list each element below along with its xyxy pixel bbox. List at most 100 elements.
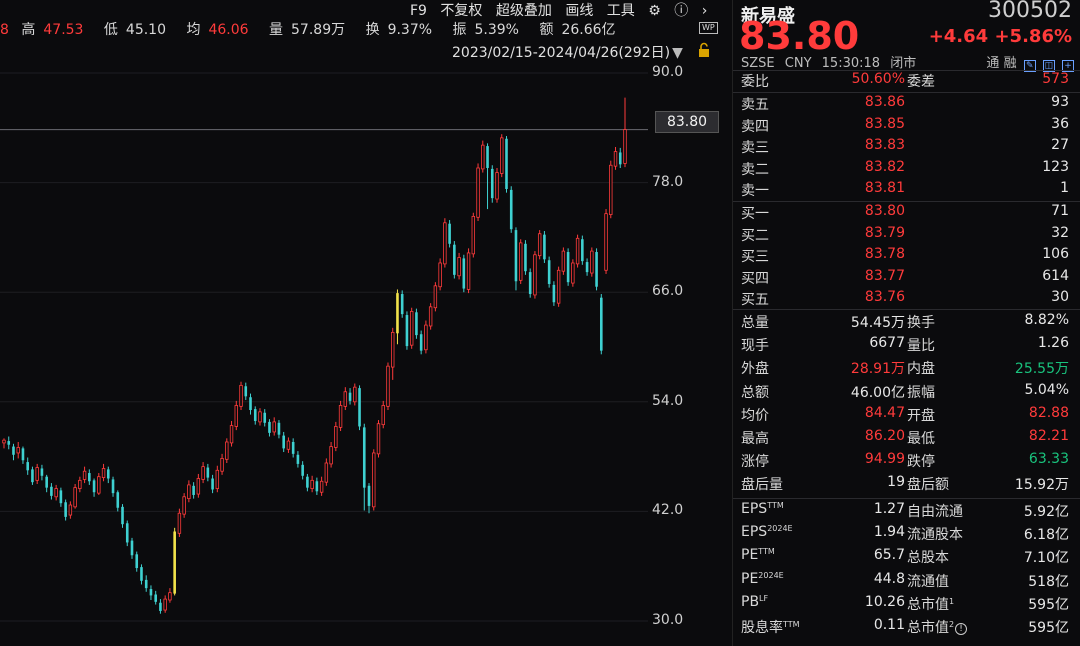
candle[interactable] <box>21 446 25 464</box>
candle[interactable] <box>116 490 120 512</box>
candle[interactable] <box>471 212 476 258</box>
candle[interactable] <box>457 252 461 280</box>
candle[interactable] <box>125 520 129 547</box>
gear-icon[interactable]: ⚙ <box>648 3 661 19</box>
date-range-selector[interactable]: 2023/02/15-2024/04/26(292日) ▼ <box>452 42 683 62</box>
candle[interactable] <box>428 303 433 330</box>
info-icon[interactable]: ! <box>955 623 968 635</box>
candle[interactable] <box>286 437 291 453</box>
candle[interactable] <box>12 443 15 461</box>
candle[interactable] <box>400 290 404 318</box>
candle[interactable] <box>154 590 157 605</box>
candle[interactable] <box>64 499 67 521</box>
menu-overlay[interactable]: 超级叠加 <box>496 3 552 19</box>
menu-f9[interactable]: F9 <box>410 3 427 19</box>
candle[interactable] <box>453 241 456 279</box>
candle[interactable] <box>234 400 238 431</box>
candle[interactable] <box>92 478 96 497</box>
candle[interactable] <box>301 461 304 480</box>
candle[interactable] <box>367 483 371 514</box>
candle[interactable] <box>613 146 618 170</box>
candle[interactable] <box>609 160 613 219</box>
menu-adjust[interactable]: 不复权 <box>440 3 482 19</box>
menu-draw[interactable]: 画线 <box>565 3 593 19</box>
candle[interactable] <box>391 327 395 380</box>
candle[interactable] <box>490 165 494 203</box>
candle[interactable] <box>514 227 518 291</box>
candle[interactable] <box>82 466 87 484</box>
candle[interactable] <box>334 421 338 452</box>
candle[interactable] <box>206 463 210 482</box>
candle[interactable] <box>277 420 281 439</box>
candle[interactable] <box>201 462 205 484</box>
candle[interactable] <box>462 254 466 293</box>
candle[interactable] <box>97 473 101 495</box>
kline-chart-panel[interactable]: 8 高 47.53 低 45.10 均 46.06 量 57.89万 换 9.37% 振5… <box>0 0 720 646</box>
candle[interactable] <box>182 493 186 518</box>
candle[interactable] <box>409 307 414 349</box>
candle[interactable] <box>73 484 77 509</box>
candle[interactable] <box>282 431 285 453</box>
candle[interactable] <box>130 537 134 559</box>
candle[interactable] <box>448 220 451 248</box>
candle[interactable] <box>415 308 418 339</box>
candle[interactable] <box>604 209 608 274</box>
candle[interactable] <box>35 463 39 484</box>
candle[interactable] <box>575 234 580 268</box>
candle[interactable] <box>225 438 229 463</box>
candle[interactable] <box>215 465 220 493</box>
candle[interactable] <box>45 474 48 493</box>
candle[interactable] <box>54 484 58 501</box>
lock-icon[interactable] <box>697 42 711 58</box>
candle[interactable] <box>486 143 489 210</box>
candle[interactable] <box>315 477 319 495</box>
candle[interactable] <box>524 240 527 275</box>
candle[interactable] <box>343 387 348 411</box>
candle[interactable] <box>500 134 504 178</box>
candle[interactable] <box>163 595 167 613</box>
candle[interactable] <box>168 588 172 603</box>
candle[interactable] <box>438 258 442 291</box>
candle[interactable] <box>556 266 561 307</box>
candle[interactable] <box>329 441 333 468</box>
candle[interactable] <box>253 406 257 425</box>
candle[interactable] <box>7 436 11 450</box>
candle[interactable] <box>372 449 376 511</box>
candle[interactable] <box>144 575 148 592</box>
candle[interactable] <box>121 504 124 528</box>
help-icon[interactable]: ⓘ <box>674 3 688 19</box>
candle[interactable] <box>481 140 485 173</box>
candle[interactable] <box>509 186 513 233</box>
candle[interactable] <box>466 248 471 294</box>
candle[interactable] <box>78 476 82 493</box>
candle[interactable] <box>543 231 546 263</box>
candle[interactable] <box>376 420 381 458</box>
candle[interactable] <box>296 451 300 468</box>
candle[interactable] <box>244 382 248 400</box>
candle[interactable] <box>353 383 357 406</box>
candlestick-plot[interactable] <box>0 62 648 637</box>
candle[interactable] <box>31 466 34 485</box>
candle[interactable] <box>159 599 162 614</box>
candle[interactable] <box>537 230 542 260</box>
candle[interactable] <box>59 487 63 507</box>
candle[interactable] <box>40 464 44 481</box>
candle[interactable] <box>618 147 622 168</box>
candle[interactable] <box>405 311 409 350</box>
candle[interactable] <box>173 527 176 596</box>
candle[interactable] <box>272 417 276 436</box>
candle[interactable] <box>268 419 271 437</box>
candle[interactable] <box>505 136 508 193</box>
candle[interactable] <box>68 501 73 519</box>
candle[interactable] <box>386 362 390 411</box>
wp-badge[interactable]: WP <box>699 22 718 34</box>
candle[interactable] <box>196 473 201 498</box>
candle[interactable] <box>239 381 243 411</box>
candle[interactable] <box>16 441 20 459</box>
candle[interactable] <box>306 473 309 492</box>
candle[interactable] <box>595 248 598 291</box>
candle[interactable] <box>528 268 532 298</box>
candle[interactable] <box>561 247 566 275</box>
candle[interactable] <box>291 438 295 458</box>
candle[interactable] <box>319 476 324 496</box>
